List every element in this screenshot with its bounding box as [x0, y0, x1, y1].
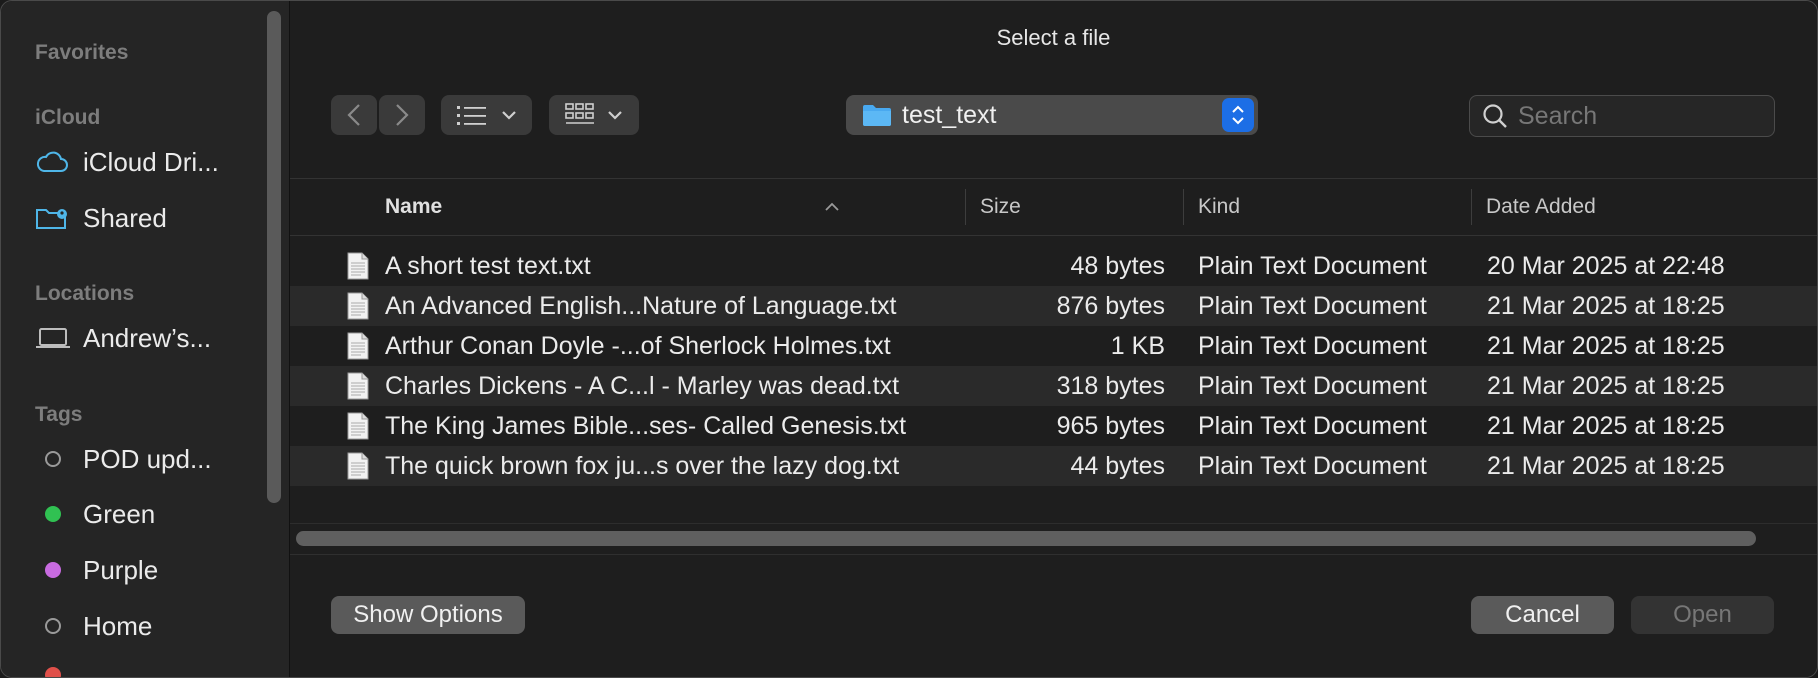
show-options-button[interactable]: Show Options — [331, 596, 525, 634]
sidebar-item-label: Green — [83, 498, 156, 529]
file-name: Charles Dickens - A C...l - Marley was d… — [385, 371, 900, 400]
file-dialog: Favorites iCloud iCloud Dri... Shared Lo… — [0, 0, 1818, 678]
sidebar-item-tag-home[interactable]: Home — [35, 606, 245, 646]
table-row[interactable]: Charles Dickens - A C...l - Marley was d… — [290, 366, 1817, 406]
sidebar-item-label: Home — [83, 610, 153, 641]
list-view-icon — [456, 106, 486, 125]
file-kind: Plain Text Document — [1198, 451, 1427, 480]
column-separator[interactable] — [1471, 189, 1472, 225]
view-list-button[interactable] — [441, 95, 532, 135]
file-date-added: 20 Mar 2025 at 22:48 — [1487, 251, 1725, 280]
column-header-date-added[interactable]: Date Added — [1486, 179, 1596, 235]
chevron-down-icon — [501, 111, 516, 120]
back-button[interactable] — [331, 95, 377, 135]
forward-button[interactable] — [379, 95, 425, 135]
sidebar-item-tag-purple[interactable]: Purple — [35, 550, 245, 590]
text-document-icon — [347, 252, 369, 280]
file-date-added: 21 Mar 2025 at 18:25 — [1487, 331, 1725, 360]
file-kind: Plain Text Document — [1198, 371, 1427, 400]
file-size: 318 bytes — [1056, 371, 1165, 400]
text-document-icon — [347, 372, 369, 400]
file-name: Arthur Conan Doyle -...of Sherlock Holme… — [385, 331, 891, 360]
file-kind: Plain Text Document — [1198, 331, 1427, 360]
file-name: A short test text.txt — [385, 251, 591, 280]
sidebar-section-favorites: Favorites — [35, 41, 129, 64]
file-kind: Plain Text Document — [1198, 411, 1427, 440]
file-date-added: 21 Mar 2025 at 18:25 — [1487, 451, 1725, 480]
file-size: 44 bytes — [1070, 451, 1165, 480]
sidebar-item-tag-green[interactable]: Green — [35, 494, 245, 534]
table-row[interactable]: The quick brown fox ju...s over the lazy… — [290, 446, 1817, 486]
column-separator[interactable] — [1183, 189, 1184, 225]
horizontal-scrollbar[interactable] — [296, 531, 1756, 546]
file-name: The quick brown fox ju...s over the lazy… — [385, 451, 900, 480]
location-label: test_text — [902, 100, 997, 129]
column-separator[interactable] — [965, 189, 966, 225]
laptop-icon — [35, 323, 73, 353]
table-row[interactable]: The King James Bible...ses- Called Genes… — [290, 406, 1817, 446]
chevron-left-icon — [347, 104, 360, 126]
text-document-icon — [347, 452, 369, 480]
text-document-icon — [347, 412, 369, 440]
table-row[interactable]: A short test text.txt 48 bytes Plain Tex… — [290, 246, 1817, 286]
sort-ascending-icon — [825, 202, 839, 211]
open-button[interactable]: Open — [1631, 596, 1774, 634]
search-field[interactable] — [1469, 95, 1775, 137]
main-pane: Select a file test_text Search Name Size… — [290, 1, 1817, 677]
table-row[interactable]: Arthur Conan Doyle -...of Sherlock Holme… — [290, 326, 1817, 366]
sidebar-item-icloud-drive[interactable]: iCloud Dri... — [35, 142, 245, 182]
file-size: 876 bytes — [1056, 291, 1165, 320]
sidebar-section-tags: Tags — [35, 403, 83, 426]
sidebar-section-locations: Locations — [35, 282, 135, 305]
folder-icon — [863, 105, 891, 126]
column-header-size[interactable]: Size — [980, 179, 1021, 235]
sidebar-item-shared[interactable]: Shared — [35, 198, 245, 238]
table-header: Name Size Kind Date Added — [290, 178, 1817, 236]
column-header-name[interactable]: Name — [385, 179, 840, 235]
sidebar-item-label: Andrew’s... — [83, 322, 212, 353]
file-size: 965 bytes — [1056, 411, 1165, 440]
sidebar-item-label: iCloud Dri... — [83, 146, 219, 177]
search-icon — [1483, 104, 1507, 128]
tag-empty-dot-icon — [35, 444, 73, 474]
shared-folder-icon — [35, 203, 73, 233]
tag-green-dot-icon — [35, 499, 73, 529]
chevron-right-icon — [396, 104, 409, 126]
sidebar-scrollbar[interactable] — [267, 11, 281, 503]
tag-empty-dot-icon — [35, 611, 73, 641]
text-document-icon — [347, 332, 369, 360]
tag-red-dot-icon — [45, 667, 61, 677]
dialog-footer: Show Options Cancel Open — [290, 554, 1817, 677]
text-document-icon — [347, 292, 369, 320]
file-size: 48 bytes — [1070, 251, 1165, 280]
column-header-kind[interactable]: Kind — [1198, 179, 1240, 235]
location-popup[interactable]: test_text — [846, 95, 1258, 135]
up-down-chevron-icon — [1222, 98, 1254, 132]
tag-purple-dot-icon — [35, 555, 73, 585]
file-kind: Plain Text Document — [1198, 251, 1427, 280]
view-grid-button[interactable] — [549, 95, 639, 135]
grid-view-icon — [565, 103, 594, 124]
search-input[interactable] — [1516, 100, 1760, 132]
file-date-added: 21 Mar 2025 at 18:25 — [1487, 411, 1725, 440]
sidebar-section-icloud: iCloud — [35, 106, 101, 129]
file-date-added: 21 Mar 2025 at 18:25 — [1487, 371, 1725, 400]
sidebar-item-tag-pod[interactable]: POD upd... — [35, 439, 245, 479]
sidebar-item-computer[interactable]: Andrew’s... — [35, 318, 245, 358]
sidebar: Favorites iCloud iCloud Dri... Shared Lo… — [1, 1, 290, 677]
file-name: The King James Bible...ses- Called Genes… — [385, 411, 907, 440]
cloud-icon — [35, 147, 73, 177]
cancel-button[interactable]: Cancel — [1471, 596, 1614, 634]
file-date-added: 21 Mar 2025 at 18:25 — [1487, 291, 1725, 320]
file-size: 1 KB — [1110, 331, 1165, 360]
table-row[interactable]: An Advanced English...Nature of Language… — [290, 286, 1817, 326]
sidebar-item-label: Shared — [83, 202, 167, 233]
file-name: An Advanced English...Nature of Language… — [385, 291, 897, 320]
chevron-down-icon — [608, 111, 622, 120]
file-kind: Plain Text Document — [1198, 291, 1427, 320]
dialog-title: Select a file — [996, 25, 1111, 50]
sidebar-item-label: Purple — [83, 554, 159, 585]
sidebar-item-label: POD upd... — [83, 443, 212, 474]
